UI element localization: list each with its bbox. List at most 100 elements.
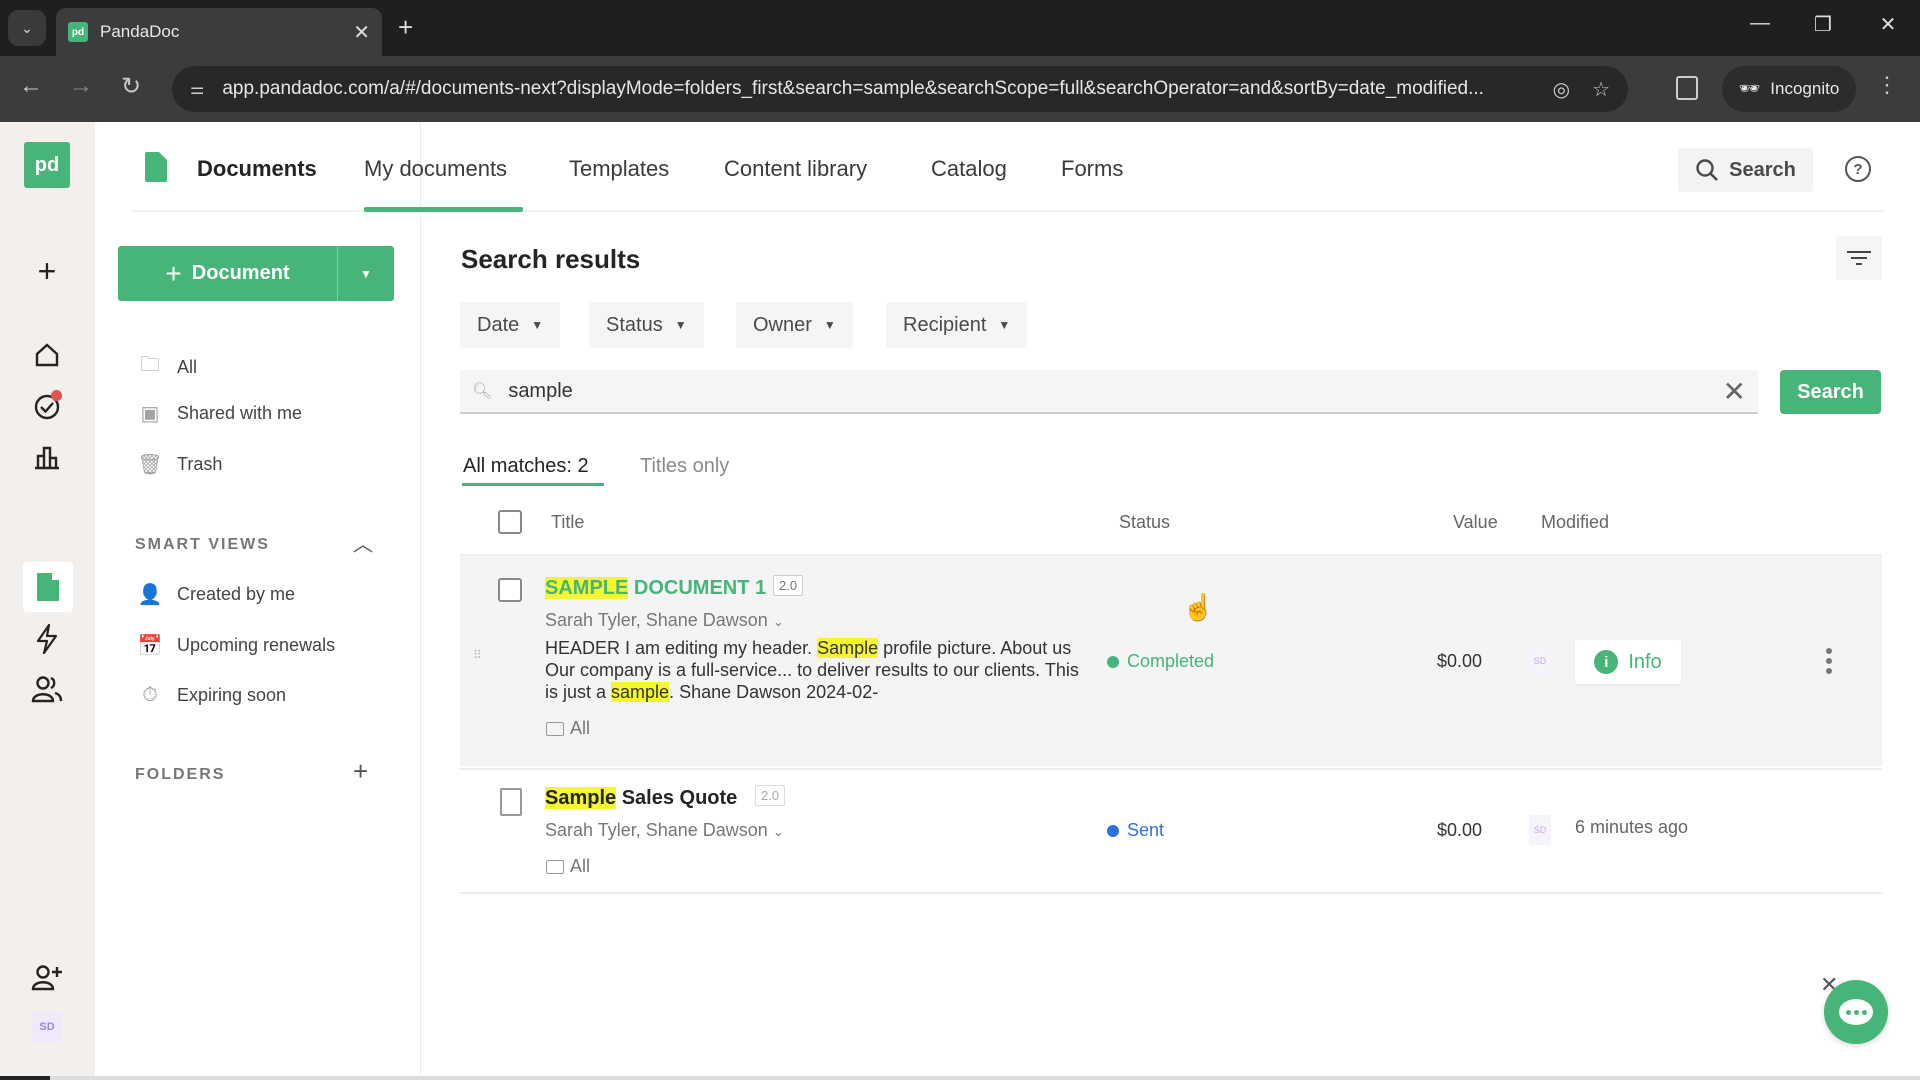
eye-slash-icon[interactable]: ◎ (1553, 77, 1570, 102)
search-results-heading: Search results (461, 244, 641, 274)
filter-date[interactable]: Date ▼ (460, 302, 561, 348)
filter-status[interactable]: Status ▼ (589, 302, 704, 348)
side-panel-icon[interactable] (1676, 76, 1698, 100)
document-title-link[interactable]: SAMPLE DOCUMENT 1 (545, 577, 766, 600)
reports-chart-icon[interactable] (26, 436, 68, 478)
smart-view-created-by-me[interactable]: 👤 Created by me (137, 582, 296, 607)
drag-handle-icon[interactable]: ⠿ (473, 649, 483, 661)
home-icon[interactable] (26, 334, 68, 376)
new-tab-button[interactable]: + (398, 12, 413, 43)
document-title-link[interactable]: Sample Sales Quote (545, 787, 737, 810)
tab-forms[interactable]: Forms (1061, 156, 1123, 182)
new-document-dropdown[interactable]: ▼ (338, 246, 394, 301)
tab-all-matches[interactable]: All matches: 2 (463, 455, 589, 478)
invite-user-icon[interactable] (26, 956, 68, 998)
folder-label: All (570, 718, 591, 738)
status-dot (1107, 824, 1119, 837)
title-text: DOCUMENT 1 (628, 577, 767, 599)
forward-icon[interactable]: → (64, 72, 98, 100)
site-settings-icon[interactable]: ⚌ (190, 79, 204, 99)
automation-lightning-icon[interactable] (26, 618, 68, 660)
filter-owner[interactable]: Owner ▼ (736, 302, 853, 348)
search-label: Search (1729, 158, 1796, 181)
new-document-button-group: + Document ▼ (118, 246, 394, 301)
smart-view-upcoming-renewals[interactable]: 📅 Upcoming renewals (137, 633, 336, 658)
folder-icon (546, 859, 564, 874)
sidebar-item-trash[interactable]: 🗑 Trash (137, 452, 222, 477)
document-file-icon (500, 788, 522, 816)
column-header-title[interactable]: Title (551, 512, 584, 533)
reload-icon[interactable]: ↻ (114, 72, 148, 101)
browser-menu-icon[interactable]: ⋮ (1876, 72, 1898, 98)
clear-search-icon[interactable]: ✕ (1723, 375, 1746, 408)
back-icon[interactable]: ← (14, 72, 48, 100)
folder-icon: 🗀 (140, 354, 160, 376)
minimize-icon[interactable]: — (1740, 12, 1780, 35)
folder-link[interactable]: All (546, 856, 590, 877)
smart-view-expiring-soon[interactable]: ⏱ Expiring soon (137, 684, 286, 707)
icon-rail: pd + SD (0, 122, 95, 1080)
close-tab-icon[interactable]: ✕ (353, 20, 370, 45)
tab-catalog[interactable]: Catalog (931, 156, 1007, 182)
tab-search-button[interactable]: ⌄ (8, 10, 46, 46)
star-icon[interactable]: ☆ (1592, 77, 1610, 102)
folder-icon (546, 721, 564, 736)
smart-view-label: Expiring soon (177, 685, 287, 705)
title-highlight: Sample (545, 787, 617, 809)
create-plus-icon[interactable]: + (26, 250, 68, 292)
restore-icon[interactable]: ❐ (1803, 12, 1843, 37)
column-header-modified[interactable]: Modified (1541, 512, 1609, 533)
status-label: Sent (1127, 820, 1165, 840)
smart-views-heading: SMART VIEWS (135, 536, 270, 553)
user-avatar[interactable]: SD (32, 1012, 62, 1042)
info-button[interactable]: i Info (1575, 640, 1681, 684)
documents-sidebar: + Document ▼ 🗀 All ▣ Shared with me 🗑 Tr… (95, 122, 421, 1080)
search-button[interactable]: Search (1780, 370, 1881, 414)
recipients-dropdown[interactable]: Sarah Tyler, Shane Dawson ⌄ (545, 610, 784, 631)
filter-label: Recipient (903, 313, 987, 336)
person-icon: 👤 (137, 584, 163, 606)
global-search-button[interactable]: Search (1678, 148, 1813, 192)
filter-recipient[interactable]: Recipient ▼ (886, 302, 1028, 348)
column-header-value[interactable]: Value (1453, 512, 1498, 533)
browser-tab[interactable]: pd PandaDoc ✕ (56, 8, 382, 56)
tab-templates[interactable]: Templates (569, 156, 669, 182)
pandadoc-logo[interactable]: pd (24, 142, 70, 188)
new-document-label: Document (191, 262, 290, 284)
chat-support-button[interactable] (1824, 980, 1888, 1044)
calendar-icon: 📅 (137, 635, 163, 657)
new-document-button[interactable]: + Document (118, 246, 338, 301)
row-checkbox[interactable] (498, 578, 522, 602)
content-snippet: HEADER I am editing my header. Sample pr… (545, 637, 1085, 703)
recipients-dropdown[interactable]: Sarah Tyler, Shane Dawson ⌄ (545, 820, 784, 841)
select-all-checkbox[interactable] (498, 510, 522, 534)
add-folder-plus-icon[interactable]: + (353, 756, 368, 787)
tasks-check-icon[interactable] (26, 386, 68, 428)
filter-settings-icon[interactable] (1836, 236, 1882, 280)
sidebar-item-all[interactable]: 🗀 All (137, 350, 197, 384)
search-input[interactable] (508, 379, 1723, 403)
tab-my-documents[interactable]: My documents (364, 156, 507, 182)
version-badge: 2.0 (755, 785, 786, 806)
search-field: 🔍︎ ✕ (460, 370, 1758, 414)
browser-tab-bar: ⌄ pd PandaDoc ✕ + — ❐ ✕ (0, 0, 1920, 56)
collapse-chevron-up-icon[interactable]: ︿ (353, 528, 373, 557)
close-window-icon[interactable]: ✕ (1868, 12, 1908, 37)
incognito-badge[interactable]: 🕶 Incognito (1722, 66, 1856, 112)
chevron-down-icon: ⌄ (772, 824, 784, 839)
sidebar-item-label: All (177, 356, 198, 377)
url-text[interactable]: app.pandadoc.com/a/#/documents-next?disp… (222, 78, 1530, 100)
contacts-people-icon[interactable] (26, 668, 68, 710)
tab-content-library[interactable]: Content library (724, 156, 867, 182)
caret-down-icon: ▼ (674, 318, 687, 332)
modified-time: 6 minutes ago (1575, 817, 1689, 837)
snippet-text: . Shane Dawson 2024-02- (669, 682, 879, 702)
tab-titles-only[interactable]: Titles only (640, 455, 729, 478)
sidebar-item-shared-with-me[interactable]: ▣ Shared with me (137, 401, 303, 426)
url-field[interactable]: ⚌ app.pandadoc.com/a/#/documents-next?di… (172, 66, 1628, 112)
column-header-status[interactable]: Status (1119, 512, 1170, 533)
more-options-icon[interactable] (1826, 648, 1832, 674)
documents-icon[interactable] (23, 562, 73, 612)
help-icon[interactable]: ? (1845, 156, 1871, 182)
folder-link[interactable]: All (546, 718, 590, 739)
